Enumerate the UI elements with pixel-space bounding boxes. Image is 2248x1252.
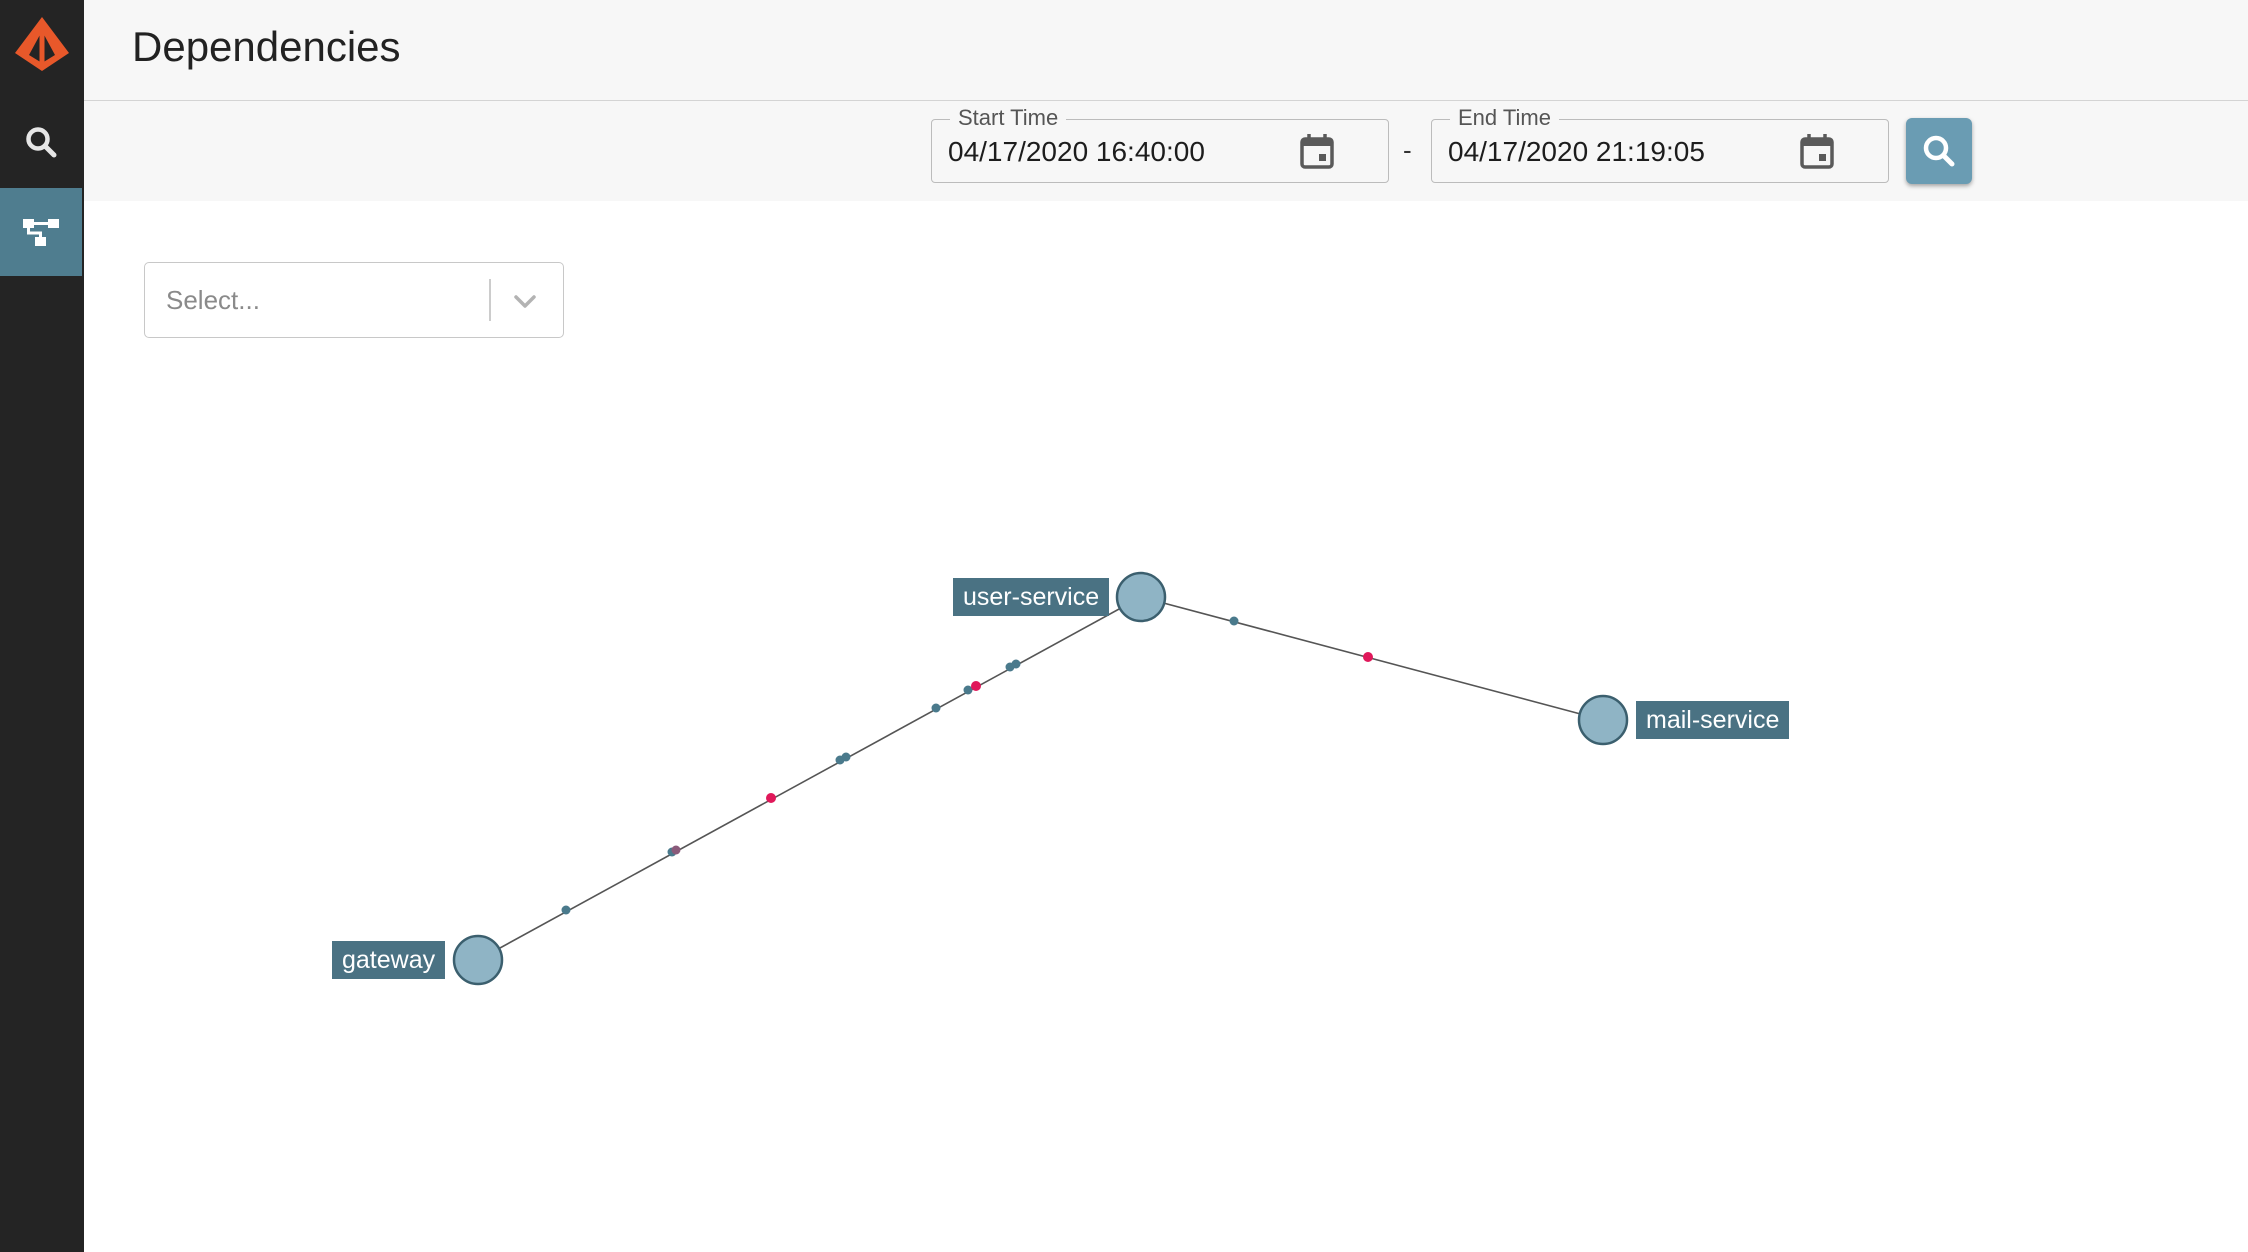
start-time-input[interactable] <box>948 136 1288 168</box>
sidebar <box>0 0 84 1252</box>
chevron-down-icon[interactable] <box>511 287 539 315</box>
time-range-separator: - <box>1403 135 1412 165</box>
node-gateway[interactable] <box>452 934 504 986</box>
select-divider <box>489 279 491 321</box>
calendar-icon[interactable] <box>1298 132 1336 170</box>
dependency-tree-icon <box>23 219 59 246</box>
page-title: Dependencies <box>132 23 401 70</box>
node-label-mail-service[interactable]: mail-service <box>1636 701 1790 739</box>
service-select[interactable]: Select... <box>144 262 564 338</box>
node-user-service[interactable] <box>1115 571 1167 623</box>
search-icon <box>1923 135 1955 167</box>
edge-particles <box>561 616 1373 915</box>
sidebar-item-dependencies[interactable] <box>0 188 82 276</box>
edge-gateway-user-service[interactable] <box>477 596 1142 961</box>
zipkin-logo-icon[interactable] <box>0 0 84 88</box>
end-time-field[interactable]: End Time <box>1431 105 1889 183</box>
node-label-user-service[interactable]: user-service <box>953 578 1110 616</box>
end-time-input[interactable] <box>1448 136 1788 168</box>
start-time-label: Start Time <box>950 105 1067 131</box>
app-root: Dependencies Start Time - End Time <box>0 0 2248 1252</box>
page-header: Dependencies <box>84 0 2248 101</box>
select-placeholder: Select... <box>166 285 260 315</box>
start-time-field[interactable]: Start Time <box>931 105 1389 183</box>
toolbar: Start Time - End Time <box>84 101 2248 201</box>
edge-user-service-mail-service[interactable] <box>1140 596 1604 721</box>
end-time-label: End Time <box>1450 105 1559 131</box>
sidebar-item-search[interactable] <box>0 98 82 186</box>
node-mail-service[interactable] <box>1577 694 1629 746</box>
node-label-gateway[interactable]: gateway <box>332 941 446 979</box>
search-icon <box>26 127 57 158</box>
calendar-icon[interactable] <box>1798 132 1836 170</box>
search-button[interactable] <box>1906 118 1972 184</box>
